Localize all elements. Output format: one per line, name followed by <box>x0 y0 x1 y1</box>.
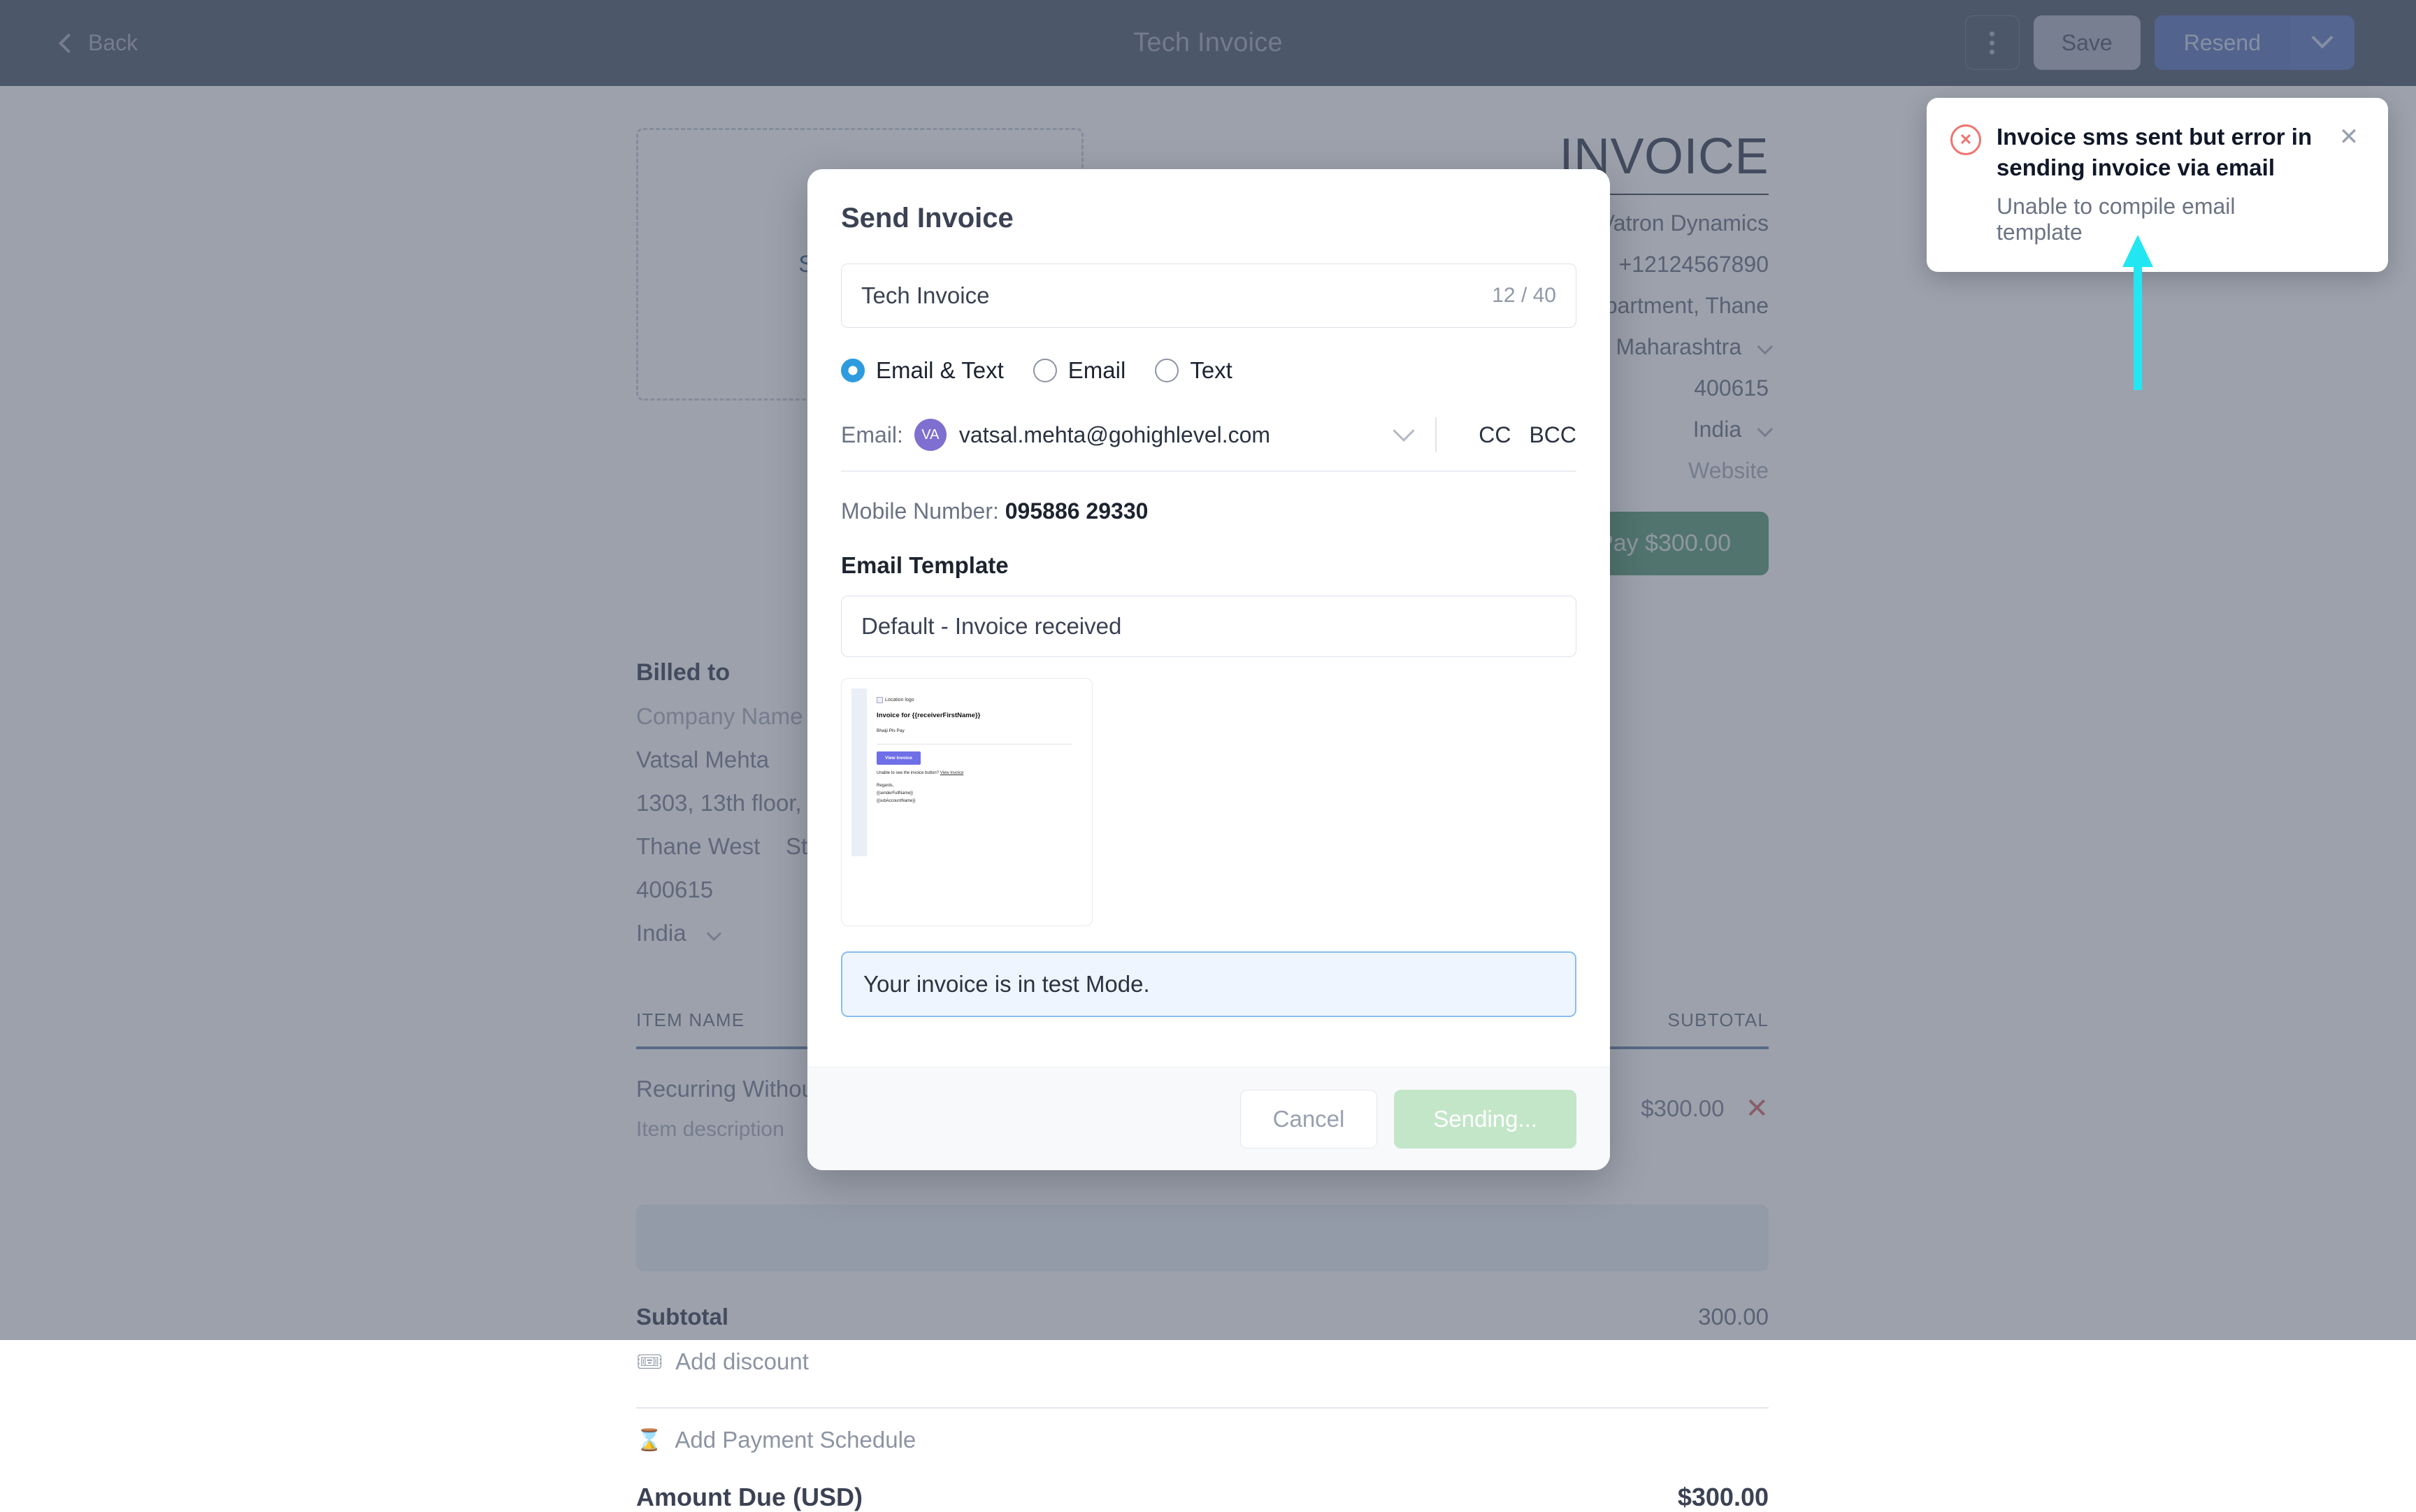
email-template-selected-value: Default - Invoice received <box>861 613 1121 640</box>
radio-icon <box>841 359 865 382</box>
preview-view-invoice-button: View Invoice <box>877 751 921 765</box>
modal-footer: Cancel Sending... <box>807 1067 1610 1170</box>
bcc-button[interactable]: BCC <box>1529 422 1576 448</box>
preview-subaccount: {{subAccountName}} <box>877 799 1072 803</box>
hourglass-icon: ⌛ <box>636 1428 662 1453</box>
toast-title: Invoice sms sent but error in sending in… <box>1997 122 2318 182</box>
mobile-number-label: Mobile Number: <box>841 498 999 524</box>
email-input[interactable]: vatsal.mehta@gohighlevel.com <box>959 422 1396 448</box>
email-template-preview[interactable]: Location logo Invoice for {{receiverFirs… <box>841 678 1093 926</box>
cancel-button[interactable]: Cancel <box>1240 1090 1378 1149</box>
amount-due-label: Amount Due (USD) <box>636 1483 863 1512</box>
mobile-number-row: Mobile Number: 095886 29330 <box>841 498 1576 524</box>
radio-icon <box>1155 359 1179 382</box>
preview-body: Bhaiji Pls Pay <box>877 728 1072 733</box>
preview-logo-alt: Location logo <box>885 698 914 703</box>
invoice-title-value: Tech Invoice <box>861 282 989 309</box>
preview-signature: Regards, {{senderFullName}} {{subAccount… <box>877 784 1072 803</box>
email-template-label: Email Template <box>841 552 1576 579</box>
toast-text: Invoice sms sent but error in sending in… <box>1997 122 2318 245</box>
add-discount-link[interactable]: 🎟 Add discount <box>636 1348 1769 1375</box>
annotation-arrow-up <box>2117 231 2159 391</box>
invoice-title-input[interactable]: Tech Invoice 12 / 40 <box>841 264 1576 328</box>
cc-button[interactable]: CC <box>1479 422 1511 448</box>
delivery-method-radio-group: Email & Text Email Text <box>841 357 1576 384</box>
totals-divider <box>636 1407 1769 1409</box>
radio-email[interactable]: Email <box>1033 357 1137 384</box>
mobile-number-value: 095886 29330 <box>1005 498 1149 524</box>
modal-body: Send Invoice Tech Invoice 12 / 40 Email … <box>807 169 1610 1067</box>
error-circle-icon: ✕ <box>1950 124 1981 155</box>
preview-content: Location logo Invoice for {{receiverFirs… <box>867 689 1082 856</box>
chevron-down-icon[interactable] <box>1393 420 1415 442</box>
send-submit-button: Sending... <box>1394 1090 1576 1149</box>
email-recipient-row: Email: VA vatsal.mehta@gohighlevel.com C… <box>841 417 1576 472</box>
preview-fallback-note: Unable to see the invoice button? View I… <box>877 771 1072 775</box>
email-preview-canvas: Location logo Invoice for {{receiverFirs… <box>851 689 1082 856</box>
avatar: VA <box>914 419 947 451</box>
preview-regards: Regards, <box>877 784 1072 788</box>
preview-heading: Invoice for {{receiverFirstName}} <box>877 712 1072 719</box>
divider <box>1435 417 1437 452</box>
modal-title: Send Invoice <box>841 203 1576 234</box>
radio-icon <box>1033 359 1057 382</box>
preview-left-rail <box>851 689 867 856</box>
preview-sender: {{senderFullName}} <box>877 791 1072 795</box>
amount-due-row: Amount Due (USD) $300.00 <box>636 1483 1769 1512</box>
radio-email-and-text[interactable]: Email & Text <box>841 357 1015 384</box>
ticket-icon: 🎟 <box>636 1350 663 1374</box>
add-payment-schedule-link[interactable]: ⌛ Add Payment Schedule <box>636 1427 1769 1453</box>
test-mode-banner: Your invoice is in test Mode. <box>841 951 1576 1017</box>
email-label: Email: <box>841 422 903 448</box>
email-template-select[interactable]: Default - Invoice received <box>841 596 1576 657</box>
amount-due-value: $300.00 <box>1678 1483 1769 1512</box>
test-mode-text: Your invoice is in test Mode. <box>863 971 1150 998</box>
radio-text[interactable]: Text <box>1155 357 1244 384</box>
broken-image-icon: Location logo <box>877 697 1072 703</box>
preview-fallback-link: View Invoice <box>940 771 964 775</box>
character-counter: 12 / 40 <box>1492 284 1556 308</box>
send-invoice-modal: Send Invoice Tech Invoice 12 / 40 Email … <box>807 169 1610 1170</box>
close-icon[interactable]: ✕ <box>2334 122 2364 152</box>
